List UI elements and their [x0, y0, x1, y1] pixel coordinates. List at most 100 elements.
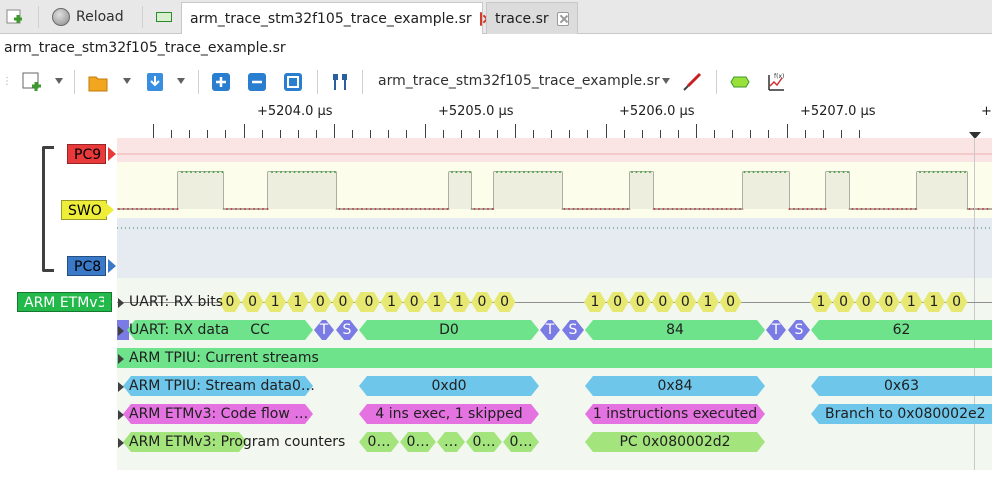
chevron-down-icon[interactable] [177, 78, 185, 84]
decoder-icon[interactable] [730, 72, 750, 92]
ruler-tick [406, 130, 408, 138]
rx-bit[interactable]: 0 [629, 292, 651, 312]
rx-bit[interactable]: 0 [494, 292, 516, 312]
channel-label-pc8[interactable]: PC8 [67, 256, 107, 276]
swo-sample-dot [631, 171, 633, 173]
expand-arrow-icon[interactable] [118, 298, 124, 308]
rx-bit[interactable]: 0 [652, 292, 674, 312]
swo-sample-dot [428, 208, 431, 210]
tab-label: trace.sr [495, 10, 549, 27]
rx-data-segment[interactable]: D0 [359, 320, 539, 340]
rx-bit[interactable]: 1 [584, 292, 606, 312]
row-label: ARM TPIU: Stream data0… [129, 378, 315, 394]
rx-bit[interactable]: 0 [309, 292, 331, 312]
channel-label-pc9[interactable]: PC9 [67, 144, 107, 164]
pc-segment[interactable]: 0… [503, 432, 539, 452]
swo-sample-dot [280, 171, 282, 173]
rx-bit[interactable]: 1 [697, 292, 719, 312]
swo-sample-dot [644, 171, 647, 173]
ruler-label: +5204.0 µs [257, 104, 333, 119]
rx-bit[interactable]: 0 [607, 292, 629, 312]
chevron-down-icon[interactable] [123, 78, 131, 84]
rx-data-segment[interactable]: S [562, 320, 584, 340]
swo-sample-dot [622, 208, 624, 210]
save-icon[interactable] [145, 72, 165, 92]
code-flow-segment[interactable]: 4 ins exec, 1 skipped [359, 404, 539, 424]
swo-sample-dot [190, 171, 192, 173]
rx-bit[interactable]: 0 [855, 292, 877, 312]
pc-segment[interactable]: 0… [359, 432, 399, 452]
new-session-button[interactable] [6, 4, 30, 30]
expand-arrow-icon[interactable] [118, 410, 124, 420]
decoder-row-rx-data: CC T S D0 T S 84 T S 62 UART: RX data [117, 320, 992, 342]
stream-data-segment[interactable]: 0x63 [811, 376, 992, 396]
zoom-out-icon[interactable] [247, 72, 267, 92]
rx-bit[interactable]: 1 [923, 292, 945, 312]
swo-sample-dot [388, 208, 390, 210]
add-device-icon[interactable] [22, 72, 42, 92]
rx-bit[interactable]: 1 [287, 292, 309, 312]
open-folder-icon[interactable] [88, 72, 108, 92]
rx-bit[interactable]: 1 [264, 292, 286, 312]
swo-sample-dot [410, 208, 413, 210]
rx-bit[interactable]: 1 [426, 292, 448, 312]
ruler-tick [207, 130, 209, 138]
rx-bit[interactable]: 0 [878, 292, 900, 312]
device-selector[interactable]: arm_trace_stm32f105_trace_example.sr [378, 73, 660, 89]
rx-bit[interactable]: 0 [242, 292, 264, 312]
pc-segment[interactable]: 0… [400, 432, 436, 452]
rx-data-segment[interactable]: 62 [811, 320, 992, 340]
rx-data-segment[interactable]: S [788, 320, 810, 340]
rx-bit[interactable]: 0 [332, 292, 354, 312]
stream-data-segment[interactable]: 0xd0 [359, 376, 539, 396]
code-flow-segment[interactable]: 1 instructions executed [585, 404, 765, 424]
rx-bit[interactable]: 0 [946, 292, 968, 312]
pc-segment[interactable]: PC 0x080002d2 [585, 432, 765, 452]
rx-data-segment[interactable]: T [540, 320, 560, 340]
swo-sample-dot [896, 208, 899, 210]
ruler-tick [460, 130, 462, 138]
zoom-fit-icon[interactable] [283, 72, 303, 92]
tab-arm-trace[interactable]: arm_trace_stm32f105_trace_example.sr [181, 2, 483, 34]
swo-sample-dot [685, 208, 687, 210]
expand-arrow-icon[interactable] [118, 438, 124, 448]
channel-label-swo[interactable]: SWO [61, 200, 107, 220]
rx-bit[interactable]: 1 [900, 292, 922, 312]
rx-data-segment[interactable]: T [766, 320, 786, 340]
math-signal-icon[interactable]: f(x) [766, 72, 786, 92]
rx-data-segment[interactable]: 84 [585, 320, 765, 340]
pc-segment[interactable]: … [437, 432, 465, 452]
tab-trace[interactable]: trace.sr [486, 2, 578, 34]
reload-button[interactable]: Reload [52, 4, 124, 30]
probe-icon[interactable] [682, 72, 702, 92]
cursor-icon[interactable] [330, 72, 350, 92]
rx-bit[interactable]: 0 [471, 292, 493, 312]
stream-data-segment[interactable]: 0x84 [585, 376, 765, 396]
rx-data-segment[interactable]: S [336, 320, 358, 340]
rx-bit[interactable]: 0 [403, 292, 425, 312]
chevron-down-icon[interactable] [55, 78, 63, 84]
pc-segment[interactable]: 0… [466, 432, 502, 452]
time-ruler[interactable]: +5204.0 µs +5205.0 µs +5206.0 µs +5207.0… [117, 100, 992, 139]
zoom-in-icon[interactable] [211, 72, 231, 92]
close-icon[interactable] [479, 11, 482, 26]
rx-bit[interactable]: 0 [674, 292, 696, 312]
swo-sample-dot [703, 208, 705, 210]
chevron-down-icon[interactable] [662, 78, 670, 84]
decoder-label-etm[interactable]: ARM ETMv3 [17, 292, 112, 312]
expand-arrow-icon[interactable] [118, 326, 124, 336]
rx-bit[interactable]: 1 [381, 292, 403, 312]
code-flow-segment[interactable]: Branch to 0x080002e2 [811, 404, 992, 424]
rx-bit[interactable]: 0 [833, 292, 855, 312]
swo-sample-dot [167, 208, 170, 210]
swo-sample-dot [437, 208, 440, 210]
swo-sample-dot [289, 171, 291, 173]
rx-data-segment[interactable]: T [314, 320, 334, 340]
expand-arrow-icon[interactable] [118, 382, 124, 392]
rx-bit[interactable]: 1 [810, 292, 832, 312]
rx-bit[interactable]: 1 [448, 292, 470, 312]
swo-sample-dot [275, 171, 278, 173]
rx-bit[interactable]: 0 [720, 292, 742, 312]
close-icon[interactable] [556, 11, 569, 26]
expand-arrow-icon[interactable] [118, 354, 124, 364]
